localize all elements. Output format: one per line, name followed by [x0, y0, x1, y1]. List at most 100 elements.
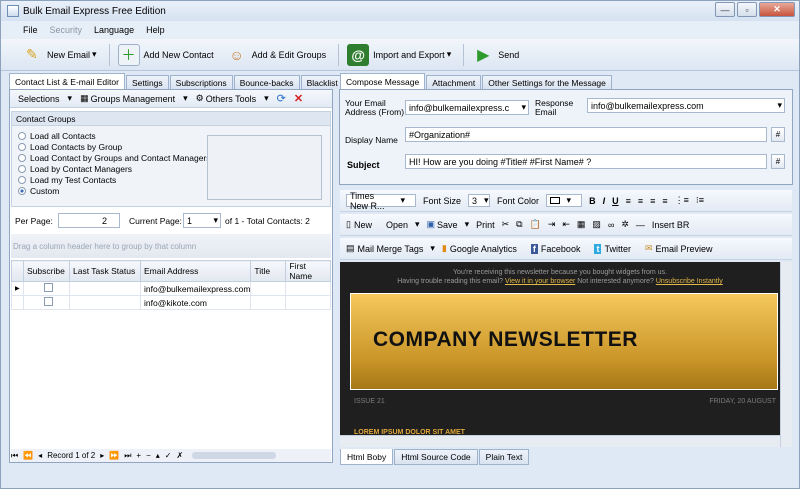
- numbered-list-icon[interactable]: ⋮≡: [675, 195, 689, 206]
- font-color-select[interactable]: ▾: [546, 194, 583, 207]
- menu-help[interactable]: Help: [146, 25, 165, 35]
- open-button[interactable]: Open ▾: [386, 219, 420, 230]
- align-right-icon[interactable]: ≡: [650, 196, 655, 206]
- others-tools-menu[interactable]: ⚙ Others Tools ▾: [196, 93, 269, 104]
- editor-vertical-scrollbar[interactable]: [780, 262, 792, 447]
- current-page-select[interactable]: 1 ▾: [183, 213, 221, 228]
- subject-tags-button[interactable]: #: [771, 154, 785, 169]
- subject-input[interactable]: HI! How are you doing #Title# #First Nam…: [405, 154, 767, 169]
- tab-compose-message[interactable]: Compose Message: [340, 73, 426, 89]
- font-family-select[interactable]: Times New R... ▾: [346, 191, 416, 211]
- print-button[interactable]: Print: [476, 220, 495, 230]
- radio-icon: [18, 164, 26, 173]
- link-icon[interactable]: ∞: [608, 220, 614, 230]
- editor-horizontal-scrollbar[interactable]: [340, 435, 780, 447]
- italic-icon[interactable]: I: [603, 196, 606, 206]
- prev-page-icon[interactable]: ⏪: [23, 451, 33, 460]
- column-email[interactable]: Email Address: [139, 260, 252, 282]
- menu-language[interactable]: Language: [94, 25, 134, 35]
- horizontal-rule-icon[interactable]: —: [636, 220, 645, 230]
- align-center-icon[interactable]: ≡: [638, 196, 643, 206]
- display-name-tags-button[interactable]: #: [771, 127, 785, 142]
- column-subscribe[interactable]: Subscribe: [23, 260, 70, 282]
- horizontal-scrollbar[interactable]: [192, 452, 277, 459]
- column-last-task-status[interactable]: Last Task Status: [69, 260, 141, 282]
- twitter-button[interactable]: t Twitter: [594, 243, 638, 254]
- paste-icon[interactable]: 📋: [530, 219, 541, 230]
- outdent-icon[interactable]: ⇤: [562, 219, 570, 230]
- tab-contact-list[interactable]: Contact List & E-mail Editor: [9, 73, 125, 89]
- per-page-input[interactable]: 2: [58, 213, 120, 228]
- subscribe-checkbox[interactable]: [43, 297, 53, 306]
- unsubscribe-link[interactable]: Unsubscribe Instantly: [656, 278, 723, 285]
- tab-plain-text[interactable]: Plain Text: [478, 449, 530, 465]
- tab-html-source[interactable]: Html Source Code: [394, 449, 478, 465]
- column-first-name[interactable]: First Name: [285, 260, 331, 282]
- new-email-button[interactable]: ✎ New Email ▾: [21, 44, 96, 66]
- google-analytics-button[interactable]: ▮ Google Analytics: [442, 243, 524, 254]
- import-export-button[interactable]: @ Import and Export ▾: [347, 43, 451, 66]
- groups-management-menu[interactable]: ▦ Groups Management ▾: [80, 93, 188, 104]
- group-list-box[interactable]: [207, 135, 322, 200]
- facebook-button[interactable]: f Facebook: [530, 243, 588, 254]
- align-left-icon[interactable]: ≡: [626, 196, 631, 206]
- unlink-icon[interactable]: ✲: [621, 219, 629, 230]
- bold-icon[interactable]: B: [589, 196, 596, 206]
- table-row[interactable]: ▶ info@bulkemailexpress.com: [11, 281, 331, 296]
- display-name-input[interactable]: #Organization#: [405, 127, 767, 142]
- up-icon[interactable]: ▴: [156, 451, 160, 460]
- remove-icon[interactable]: −: [146, 451, 151, 460]
- email-preview-button[interactable]: ✉ Email Preview: [645, 243, 720, 254]
- image-icon[interactable]: ▨: [592, 219, 601, 230]
- indent-icon[interactable]: ⇥: [548, 219, 556, 230]
- html-editor-canvas[interactable]: You're receiving this newsletter because…: [340, 262, 780, 447]
- underline-icon[interactable]: U: [612, 196, 619, 206]
- refresh-icon[interactable]: ⟳: [277, 92, 286, 105]
- menu-file[interactable]: File: [23, 25, 38, 35]
- view-in-browser-link[interactable]: View it in your browser: [505, 278, 575, 285]
- copy-icon[interactable]: ⧉: [516, 219, 522, 230]
- minimize-button[interactable]: —: [715, 2, 735, 17]
- from-select[interactable]: info@bulkemailexpress.c ▾: [405, 100, 529, 115]
- tab-blacklist[interactable]: Blacklist: [300, 75, 344, 89]
- subscribe-checkbox[interactable]: [43, 283, 53, 292]
- not-interested-text: Not interested anymore?: [577, 278, 654, 285]
- add-contact-button[interactable]: ＋ Add New Contact: [117, 43, 214, 66]
- send-label: Send: [498, 49, 520, 60]
- tab-other-settings[interactable]: Other Settings for the Message: [482, 75, 612, 89]
- prev-record-icon[interactable]: ◂: [38, 451, 42, 460]
- last-record-icon[interactable]: ⏭: [124, 451, 131, 461]
- send-button[interactable]: ▶ Send: [472, 44, 519, 66]
- newsletter-banner[interactable]: COMPANY NEWSLETTER: [350, 293, 778, 390]
- delete-icon[interactable]: ✕: [294, 92, 303, 105]
- maximize-button[interactable]: ▫: [737, 2, 757, 17]
- add-groups-button[interactable]: ☺ Add & Edit Groups: [226, 44, 326, 66]
- justify-icon[interactable]: ≡: [662, 196, 667, 206]
- column-title[interactable]: Title: [250, 260, 287, 282]
- first-record-icon[interactable]: ⏮: [11, 451, 18, 461]
- tab-subscriptions[interactable]: Subscriptions: [169, 75, 233, 89]
- menu-security[interactable]: Security: [50, 25, 83, 35]
- add-icon[interactable]: +: [136, 451, 141, 460]
- mail-merge-button[interactable]: ▤ Mail Merge Tags ▾: [346, 243, 435, 254]
- font-size-select[interactable]: 3 ▾: [468, 194, 491, 207]
- table-icon[interactable]: ▦: [577, 219, 586, 230]
- tab-bounce-backs[interactable]: Bounce-backs: [233, 75, 300, 89]
- cut-icon[interactable]: ✂: [502, 219, 510, 230]
- table-row[interactable]: info@kikote.com: [11, 295, 331, 310]
- insert-br-button[interactable]: Insert BR: [652, 220, 690, 230]
- close-button[interactable]: ✕: [759, 2, 795, 17]
- response-email-value: info@bulkemailexpress.com: [591, 100, 704, 111]
- tab-html-body[interactable]: Html Boby: [340, 449, 394, 465]
- tab-attachment[interactable]: Attachment: [426, 75, 482, 89]
- response-email-select[interactable]: info@bulkemailexpress.com ▾: [587, 98, 785, 113]
- selections-menu[interactable]: Selections ▾: [18, 93, 72, 104]
- save-button[interactable]: ▣ Save ▾: [427, 219, 470, 230]
- bullet-list-icon[interactable]: ⁝≡: [696, 195, 704, 206]
- check-icon[interactable]: ✓: [165, 451, 172, 460]
- next-page-icon[interactable]: ⏩: [109, 451, 119, 460]
- tab-settings[interactable]: Settings: [125, 75, 169, 89]
- cancel-icon[interactable]: ✗: [176, 451, 183, 460]
- next-record-icon[interactable]: ▸: [100, 451, 104, 460]
- new-doc-button[interactable]: ▯ New: [346, 219, 379, 230]
